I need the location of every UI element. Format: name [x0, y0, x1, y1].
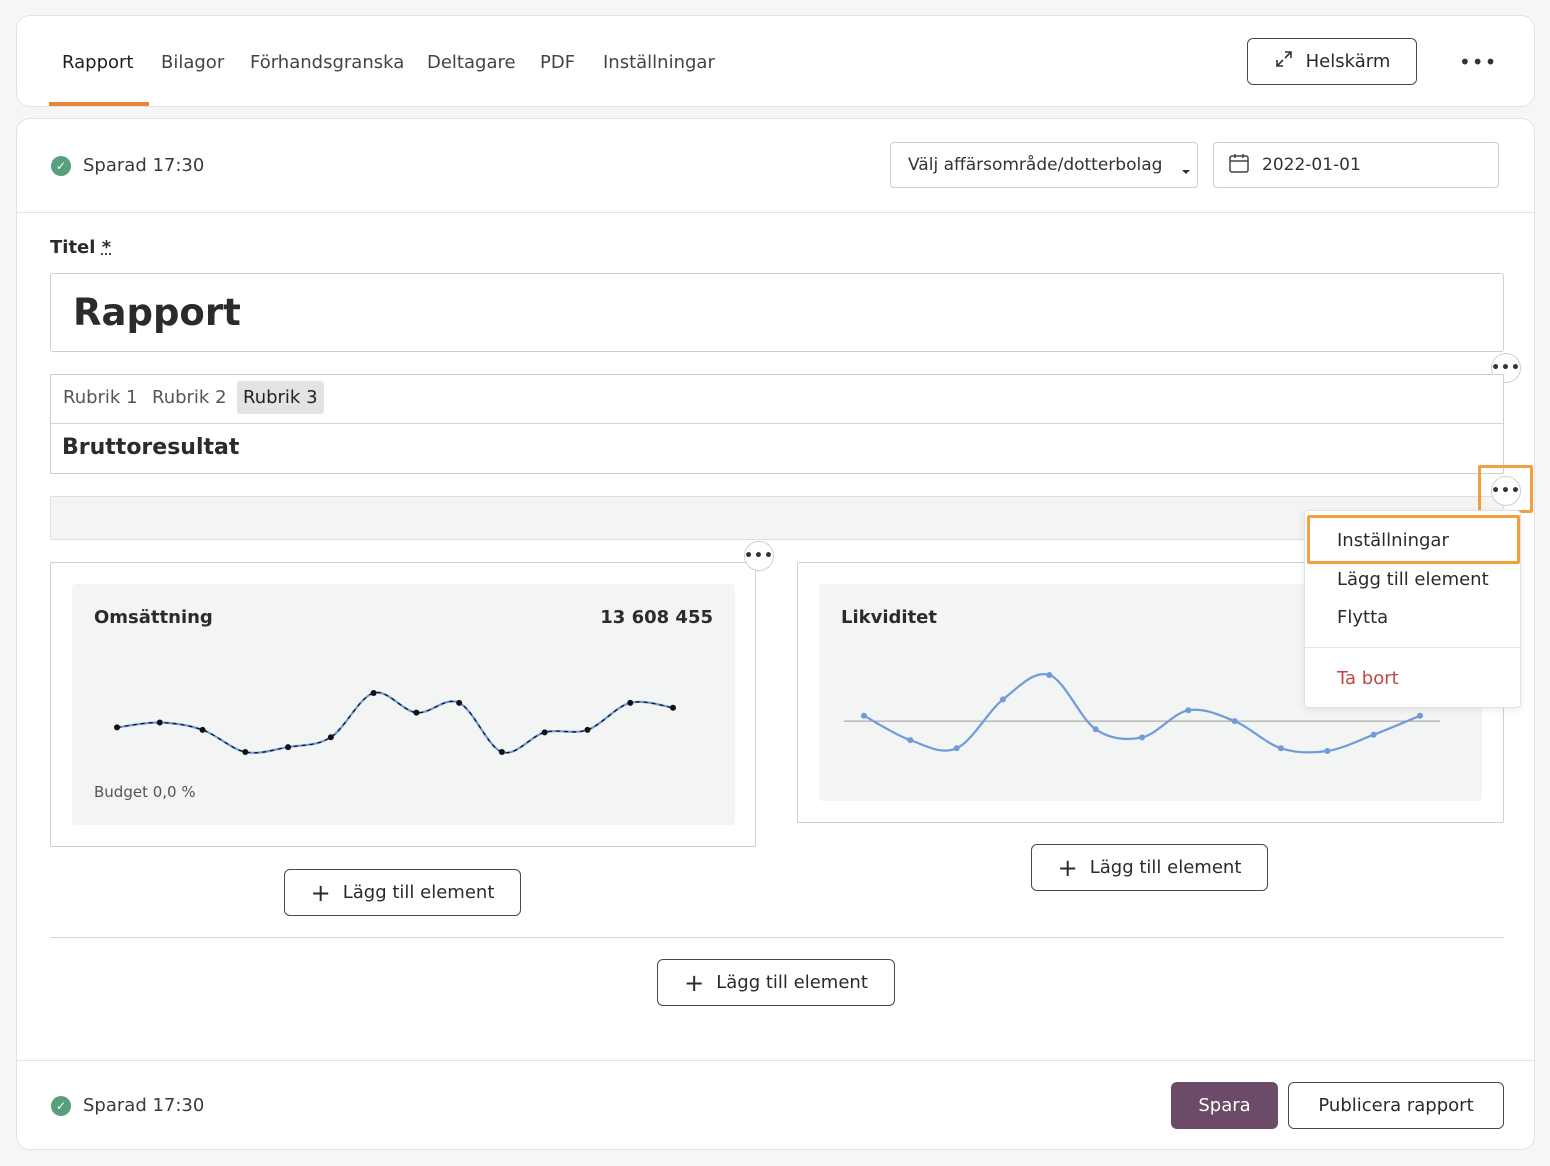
title-label: Titel * — [50, 237, 112, 258]
add-element-button[interactable]: + Lägg till element — [1031, 844, 1268, 891]
tab-rapport[interactable]: Rapport — [62, 52, 133, 74]
caret-down-icon — [1181, 161, 1191, 181]
tab-pdf[interactable]: PDF — [540, 52, 575, 74]
series-line — [116, 691, 674, 754]
data-point — [1417, 712, 1423, 719]
business-area-select[interactable]: Välj affärsområde/dotterbolag — [890, 142, 1198, 188]
row-menu-button[interactable]: ••• — [1491, 476, 1521, 506]
menu-highlight-frame — [1307, 515, 1520, 564]
active-tab-indicator — [49, 102, 149, 106]
divider — [17, 212, 1534, 213]
divider — [1305, 647, 1520, 648]
data-point — [1046, 672, 1053, 678]
data-point — [584, 726, 591, 733]
menu-item-move[interactable]: Flytta — [1337, 607, 1388, 628]
calendar-icon — [1228, 152, 1250, 179]
save-status: ✓ Sparad 17:30 — [51, 1095, 204, 1116]
data-point — [1092, 726, 1099, 733]
menu-item-add-element[interactable]: Lägg till element — [1337, 569, 1489, 590]
data-point — [1139, 734, 1145, 741]
plus-icon: + — [1057, 853, 1078, 882]
data-point — [156, 719, 163, 726]
data-point — [1278, 745, 1284, 752]
plus-icon: + — [310, 878, 331, 907]
plus-icon: + — [684, 968, 705, 997]
data-point — [670, 704, 676, 711]
revenue-widget[interactable]: Omsättning 13 608 455 Budget 0,0 % — [72, 584, 735, 825]
add-element-button[interactable]: + Lägg till element — [657, 959, 895, 1006]
save-button[interactable]: Spara — [1171, 1082, 1278, 1129]
add-element-button[interactable]: + Lägg till element — [284, 869, 521, 916]
data-point — [953, 745, 960, 752]
menu-item-delete[interactable]: Ta bort — [1337, 668, 1399, 689]
heading-option-rubrik-3[interactable]: Rubrik 3 — [237, 381, 324, 414]
tab-installningar[interactable]: Inställningar — [603, 52, 715, 74]
check-circle-icon: ✓ — [51, 155, 71, 176]
budget-text: Budget 0,0 % — [94, 783, 196, 801]
data-point — [242, 749, 249, 755]
tab-forhandsgranska[interactable]: Förhandsgranska — [250, 52, 404, 74]
data-point — [541, 729, 548, 736]
data-point — [456, 699, 463, 706]
data-point — [1324, 748, 1331, 754]
data-point — [1185, 707, 1192, 714]
required-indicator: * — [101, 237, 112, 258]
fullscreen-label: Helskärm — [1305, 51, 1391, 72]
data-point — [1231, 718, 1238, 725]
empty-block[interactable] — [50, 496, 1504, 540]
data-point — [327, 734, 334, 741]
revenue-panel-menu-button[interactable]: ••• — [744, 541, 774, 571]
save-status-text: Sparad 17:30 — [83, 1095, 205, 1116]
business-area-placeholder: Välj affärsområde/dotterbolag — [908, 155, 1163, 175]
publish-report-button[interactable]: Publicera rapport — [1288, 1082, 1504, 1129]
data-point — [627, 699, 634, 706]
revenue-panel: Omsättning 13 608 455 Budget 0,0 % — [50, 562, 756, 847]
data-point — [285, 744, 292, 751]
tab-deltagare[interactable]: Deltagare — [427, 52, 516, 74]
title-input[interactable]: Rapport — [50, 273, 1504, 352]
heading-block: Rubrik 1 Rubrik 2 Rubrik 3 Bruttoresulta… — [50, 374, 1504, 474]
divider — [51, 423, 1503, 424]
data-point — [199, 726, 206, 733]
heading-text[interactable]: Bruttoresultat — [62, 435, 239, 460]
data-point — [1000, 696, 1006, 703]
expand-icon — [1274, 49, 1294, 74]
heading-option-rubrik-1[interactable]: Rubrik 1 — [57, 381, 144, 414]
tab-bilagor[interactable]: Bilagor — [161, 52, 224, 74]
divider — [17, 1060, 1534, 1061]
data-point — [861, 712, 867, 719]
date-picker[interactable]: 2022-01-01 — [1213, 142, 1499, 188]
top-navigation-bar: Rapport Bilagor Förhandsgranska Deltagar… — [16, 15, 1535, 107]
more-options-icon[interactable]: ••• — [1459, 52, 1497, 72]
date-value: 2022-01-01 — [1262, 155, 1361, 175]
check-circle-icon: ✓ — [51, 1095, 71, 1116]
save-status: ✓ Sparad 17:30 — [51, 155, 204, 176]
data-point — [370, 690, 377, 696]
divider — [50, 937, 1504, 938]
fullscreen-button[interactable]: Helskärm — [1247, 38, 1417, 85]
data-point — [114, 724, 120, 731]
data-point — [498, 749, 505, 755]
data-point — [1370, 731, 1377, 738]
data-point — [413, 709, 420, 716]
data-point — [907, 737, 914, 744]
heading-option-rubrik-2[interactable]: Rubrik 2 — [146, 381, 233, 414]
save-status-text: Sparad 17:30 — [83, 155, 205, 176]
